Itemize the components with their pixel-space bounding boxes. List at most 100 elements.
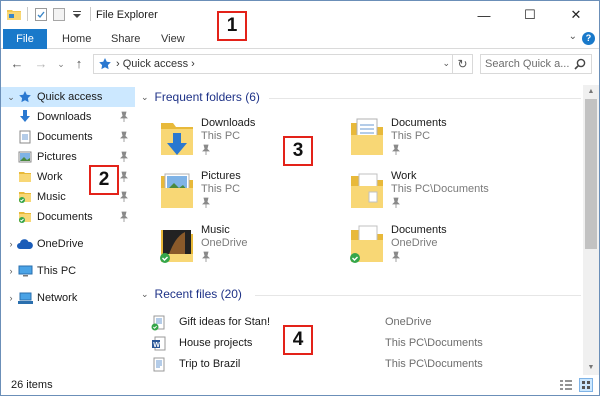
frequent-folders-header[interactable]: ⌄ Frequent folders (6) — [141, 90, 581, 104]
recent-files-header[interactable]: ⌄ Recent files (20) — [141, 287, 581, 301]
sidebar-item-label: Network — [37, 292, 78, 304]
onedrive-cloud-icon — [17, 236, 33, 252]
item-count: 26 items — [11, 379, 53, 391]
tab-share[interactable]: Share — [111, 29, 140, 49]
help-icon[interactable]: ? — [582, 32, 595, 45]
sidebar-item-quick-access[interactable]: ⌄ Quick access — [1, 87, 135, 107]
chevron-down-icon[interactable]: ⌄ — [5, 92, 17, 103]
sidebar-item-label: Pictures — [37, 151, 77, 163]
pin-icon[interactable] — [119, 131, 129, 143]
folder-name: Downloads — [201, 117, 256, 129]
downloads-folder-icon — [17, 109, 33, 125]
file-name: Trip to Brazil — [179, 358, 241, 370]
pictures-folder-icon — [17, 149, 33, 165]
pin-icon[interactable] — [391, 144, 401, 156]
pin-icon[interactable] — [201, 251, 211, 263]
group-title: Frequent folders (6) — [154, 90, 260, 104]
properties-icon[interactable] — [34, 7, 48, 21]
search-input[interactable] — [481, 55, 571, 73]
onedrive-documents-folder-icon — [17, 209, 33, 225]
documents-folder-icon — [17, 129, 33, 145]
details-view-icon[interactable] — [559, 378, 573, 392]
search-box[interactable] — [480, 54, 592, 74]
sidebar-item-label: This PC — [37, 265, 77, 277]
forward-button[interactable]: → — [33, 55, 49, 73]
pin-icon[interactable] — [391, 197, 401, 209]
pin-icon[interactable] — [391, 251, 401, 263]
pin-icon[interactable] — [119, 211, 129, 223]
customize-toolbar-icon[interactable] — [70, 7, 84, 21]
navigation-bar: ← → ⌄ ↑ › Quick access › ⌄ ↻ — [1, 49, 599, 79]
content-pane: ⌄ Frequent folders (6) Downloads This PC… — [135, 85, 583, 375]
file-location: This PC\Documents — [385, 358, 483, 370]
breadcrumb[interactable]: › Quick access › — [116, 58, 195, 70]
scroll-up-arrow[interactable]: ▲ — [583, 85, 599, 99]
app-folder-icon — [7, 7, 21, 21]
address-bar[interactable]: › Quick access › ⌄ ↻ — [93, 54, 473, 74]
folder-name: Documents — [391, 224, 447, 236]
address-history-dropdown[interactable]: ⌄ — [442, 58, 450, 69]
quick-access-star-icon — [98, 57, 112, 71]
folder-name: Music — [201, 224, 230, 236]
downloads-folder-icon — [161, 123, 193, 155]
folder-location: OneDrive — [201, 237, 248, 249]
list-item[interactable]: Trip to Brazil This PC\Documents — [151, 355, 571, 375]
status-bar: 26 items — [1, 375, 599, 395]
work-folder-icon — [351, 173, 383, 208]
back-button[interactable]: ← — [9, 55, 25, 73]
tab-home[interactable]: Home — [62, 29, 91, 49]
minimize-button[interactable]: — — [461, 1, 507, 29]
folder-tile[interactable]: Music OneDrive — [159, 224, 349, 268]
folder-tile[interactable]: Work This PC\Documents — [349, 170, 539, 214]
network-icon — [17, 290, 33, 306]
tab-view[interactable]: View — [161, 29, 185, 49]
maximize-button[interactable]: ☐ — [507, 1, 553, 29]
folder-icon — [17, 169, 33, 185]
chevron-down-icon[interactable]: ⌄ — [141, 92, 149, 103]
pin-icon[interactable] — [119, 191, 129, 203]
folder-tile[interactable]: Pictures This PC — [159, 170, 349, 214]
pin-icon[interactable] — [201, 144, 211, 156]
sidebar-item-label: Documents — [37, 131, 93, 143]
sidebar-item-downloads[interactable]: Downloads — [1, 107, 135, 127]
close-button[interactable]: ✕ — [553, 1, 599, 29]
up-button[interactable]: ↑ — [71, 55, 87, 73]
list-item[interactable]: W House projects This PC\Documents — [151, 334, 571, 354]
chevron-right-icon[interactable]: › — [5, 239, 17, 249]
chevron-down-icon[interactable]: ⌄ — [141, 289, 149, 300]
pin-icon[interactable] — [201, 197, 211, 209]
window-controls: — ☐ ✕ — [461, 1, 599, 29]
recent-locations-button[interactable]: ⌄ — [53, 55, 69, 73]
sidebar-item-documents[interactable]: Documents — [1, 127, 135, 147]
search-icon[interactable] — [573, 57, 587, 71]
pin-icon[interactable] — [119, 171, 129, 183]
pictures-folder-icon — [161, 173, 193, 208]
pin-icon[interactable] — [119, 151, 129, 163]
tab-file[interactable]: File — [3, 29, 47, 49]
pin-icon[interactable] — [119, 111, 129, 123]
scroll-down-arrow[interactable]: ▼ — [583, 361, 599, 375]
sidebar-item-network[interactable]: › Network — [1, 288, 135, 308]
chevron-right-icon[interactable]: › — [5, 293, 17, 303]
sidebar-item-label: Documents — [37, 211, 93, 223]
list-item[interactable]: Gift ideas for Stan! OneDrive — [151, 313, 571, 333]
chevron-right-icon[interactable]: › — [5, 266, 17, 276]
expand-ribbon-icon[interactable]: ⌄ — [569, 31, 577, 42]
sidebar-item-onedrive-documents[interactable]: Documents — [1, 207, 135, 227]
folder-name: Work — [391, 170, 417, 182]
folder-tile[interactable]: Documents This PC — [349, 117, 539, 161]
folder-tile[interactable]: Downloads This PC — [159, 117, 349, 161]
sidebar-item-onedrive[interactable]: › OneDrive — [1, 234, 135, 254]
sidebar-item-label: Work — [37, 171, 63, 183]
large-icons-view-icon[interactable] — [579, 378, 593, 392]
file-name: Gift ideas for Stan! — [179, 316, 271, 328]
vertical-scrollbar[interactable]: ▲ ▼ — [583, 85, 599, 375]
group-title: Recent files (20) — [154, 287, 242, 301]
refresh-button[interactable]: ↻ — [452, 55, 472, 73]
new-folder-icon[interactable] — [52, 7, 66, 21]
file-location: OneDrive — [385, 316, 432, 328]
sidebar-item-pictures[interactable]: Pictures — [1, 147, 135, 167]
sidebar-item-this-pc[interactable]: › This PC — [1, 261, 135, 281]
folder-tile[interactable]: Documents OneDrive — [349, 224, 539, 268]
scrollbar-thumb[interactable] — [585, 99, 597, 249]
